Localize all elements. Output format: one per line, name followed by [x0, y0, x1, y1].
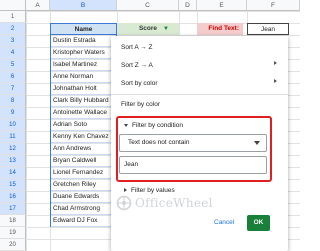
row-header[interactable]: 16 — [0, 191, 26, 203]
name-cell[interactable]: Anne Norman — [51, 71, 116, 83]
row-header[interactable]: 5 — [0, 59, 26, 71]
row-header[interactable]: 20 — [0, 239, 26, 251]
dropdown-caret-icon — [254, 141, 260, 145]
submenu-arrow-icon — [274, 79, 277, 83]
name-cell[interactable]: Chad Armstrong — [51, 203, 116, 215]
name-cell[interactable]: Edward DJ Fox — [51, 215, 116, 227]
filter-dropdown-icon[interactable]: ▼ — [161, 25, 171, 33]
row-header[interactable]: 1 — [0, 11, 26, 23]
find-text-label: Find Text: — [197, 23, 243, 35]
name-column: Dustin Estrada Kristopher Waters Isabel … — [50, 35, 117, 227]
row-header[interactable]: 10 — [0, 119, 26, 131]
row-header[interactable]: 17 — [0, 203, 26, 215]
row-header[interactable]: 19 — [0, 227, 26, 239]
row-header[interactable]: 18 — [0, 215, 26, 227]
row-header[interactable]: 3 — [0, 35, 26, 47]
find-text-value-cell[interactable]: Jean — [247, 23, 289, 35]
sort-by-color-item[interactable]: Sort by color — [121, 79, 158, 89]
filter-by-condition-label: Filter by condition — [132, 122, 183, 129]
column-header-b[interactable]: B — [50, 0, 117, 11]
column-header-d[interactable]: D — [179, 0, 197, 11]
row-header[interactable]: 2 — [0, 23, 26, 35]
row-header[interactable]: 6 — [0, 71, 26, 83]
row-header[interactable]: 13 — [0, 155, 26, 167]
name-cell[interactable]: Antoinette Wallace — [51, 107, 116, 119]
score-header-label: Score — [138, 25, 158, 32]
menu-divider — [111, 94, 288, 95]
watermark-text: OfficeWheel — [135, 196, 213, 210]
watermark: OfficeWheel — [116, 191, 226, 215]
column-header-f[interactable]: F — [247, 0, 300, 11]
name-cell[interactable]: Dustin Estrada — [51, 35, 116, 47]
row-header[interactable]: 12 — [0, 143, 26, 155]
sort-a-z-item[interactable]: Sort A → Z — [121, 43, 152, 53]
name-cell[interactable]: Isabel Martinez — [51, 59, 116, 71]
row-header[interactable]: 7 — [0, 83, 26, 95]
row-header[interactable]: 9 — [0, 107, 26, 119]
filter-by-condition-toggle[interactable]: Filter by condition — [124, 121, 183, 131]
officewheel-logo-icon — [116, 195, 132, 211]
name-cell[interactable]: Kristopher Waters — [51, 47, 116, 59]
name-cell[interactable]: Kenny Ken Chavez — [51, 131, 116, 143]
name-cell[interactable]: Bryan Caldwell — [51, 155, 116, 167]
row-header[interactable]: 14 — [0, 167, 26, 179]
filter-by-color-item[interactable]: Filter by color — [121, 100, 160, 110]
column-header-c[interactable]: C — [117, 0, 179, 11]
name-cell[interactable]: Gretchen Riley — [51, 179, 116, 191]
condition-value-input[interactable]: Jean — [119, 156, 267, 174]
expand-triangle-icon — [124, 123, 128, 127]
name-header-cell[interactable]: Name — [50, 23, 117, 35]
row-header[interactable]: 4 — [0, 47, 26, 59]
name-cell[interactable]: Ann Andrews — [51, 143, 116, 155]
name-cell[interactable]: Clark Billy Hubbard — [51, 95, 116, 107]
row-header[interactable]: 15 — [0, 179, 26, 191]
row-header[interactable]: 8 — [0, 95, 26, 107]
sort-z-a-item[interactable]: Sort Z → A — [121, 61, 153, 71]
submenu-arrow-icon — [274, 61, 277, 65]
name-cell[interactable]: Duane Edwards — [51, 191, 116, 203]
select-all-corner[interactable] — [0, 0, 26, 11]
column-header-a[interactable]: A — [26, 0, 50, 11]
name-cell[interactable]: Lionel Fernandez — [51, 167, 116, 179]
ok-button[interactable]: OK — [247, 215, 270, 231]
cancel-button[interactable]: Cancel — [214, 218, 234, 228]
name-cell[interactable]: Adrian Soto — [51, 119, 116, 131]
column-header-e[interactable]: E — [197, 0, 247, 11]
condition-select-value: Text does not contain — [128, 139, 190, 146]
name-cell[interactable]: Johnathan Holt — [51, 83, 116, 95]
condition-select[interactable]: Text does not contain — [119, 134, 267, 152]
row-header[interactable]: 11 — [0, 131, 26, 143]
